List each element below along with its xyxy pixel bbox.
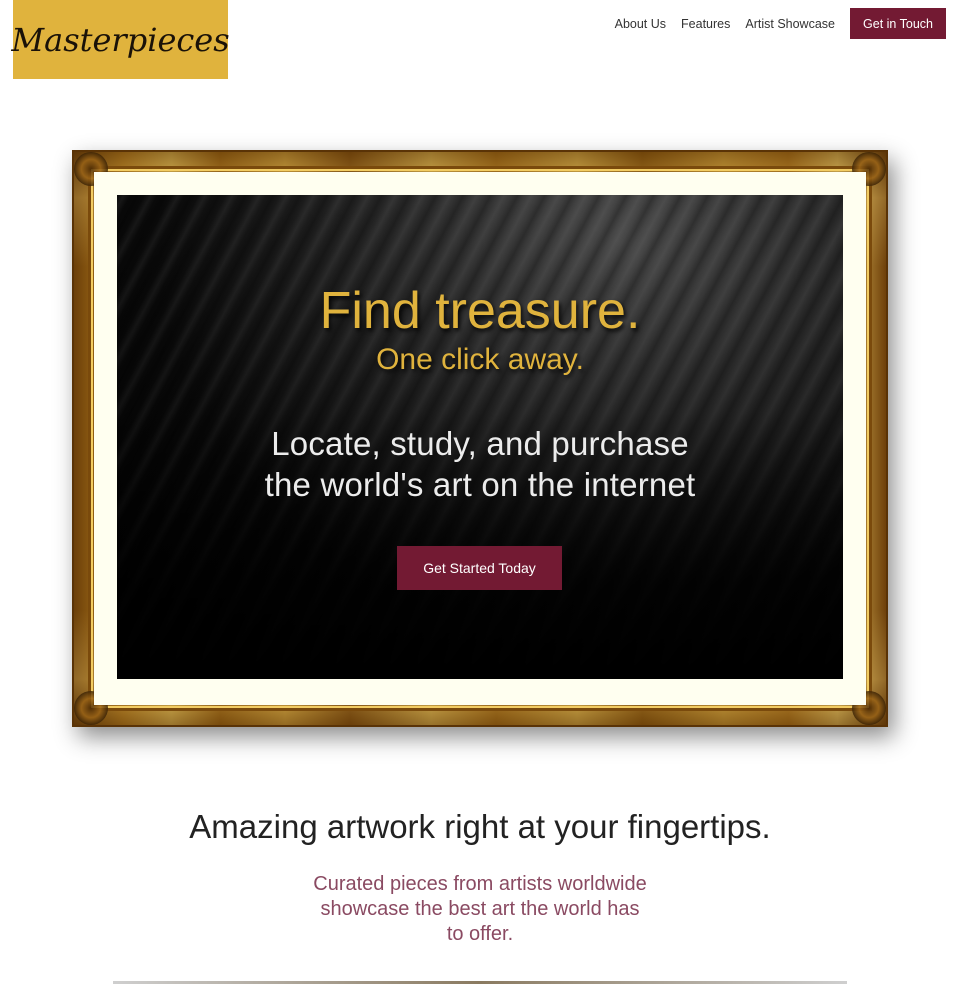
main-nav: About Us Features Artist Showcase Get in… — [615, 8, 946, 39]
section-description: Curated pieces from artists worldwide sh… — [290, 872, 670, 947]
get-started-button[interactable]: Get Started Today — [397, 546, 562, 590]
nav-link-features[interactable]: Features — [681, 17, 730, 31]
logo[interactable]: Masterpieces — [11, 0, 230, 79]
get-in-touch-button[interactable]: Get in Touch — [850, 8, 946, 39]
section-description-line: showcase the best art the world has — [320, 898, 640, 920]
hero-description-line: Locate, study, and purchase — [271, 425, 689, 462]
nav-link-about-us[interactable]: About Us — [615, 17, 666, 31]
section-heading: Amazing artwork right at your fingertips… — [189, 808, 771, 845]
hero-background-image: Find treasure. One click away. Locate, s… — [117, 195, 843, 679]
hero-subtitle: One click away. — [376, 343, 584, 376]
section-description-line: to offer. — [446, 923, 514, 945]
hero-description: Locate, study, and purchase the world's … — [117, 423, 843, 505]
frame-mat: Find treasure. One click away. Locate, s… — [94, 172, 866, 705]
gold-picture-frame: Find treasure. One click away. Locate, s… — [72, 150, 888, 727]
hero-title: Find treasure. — [319, 282, 641, 340]
section-description-line: Curated pieces from artists worldwide — [313, 873, 647, 895]
hero-description-line: the world's art on the internet — [264, 466, 696, 503]
nav-link-artist-showcase[interactable]: Artist Showcase — [745, 17, 835, 31]
logo-text: Masterpieces — [11, 20, 230, 59]
